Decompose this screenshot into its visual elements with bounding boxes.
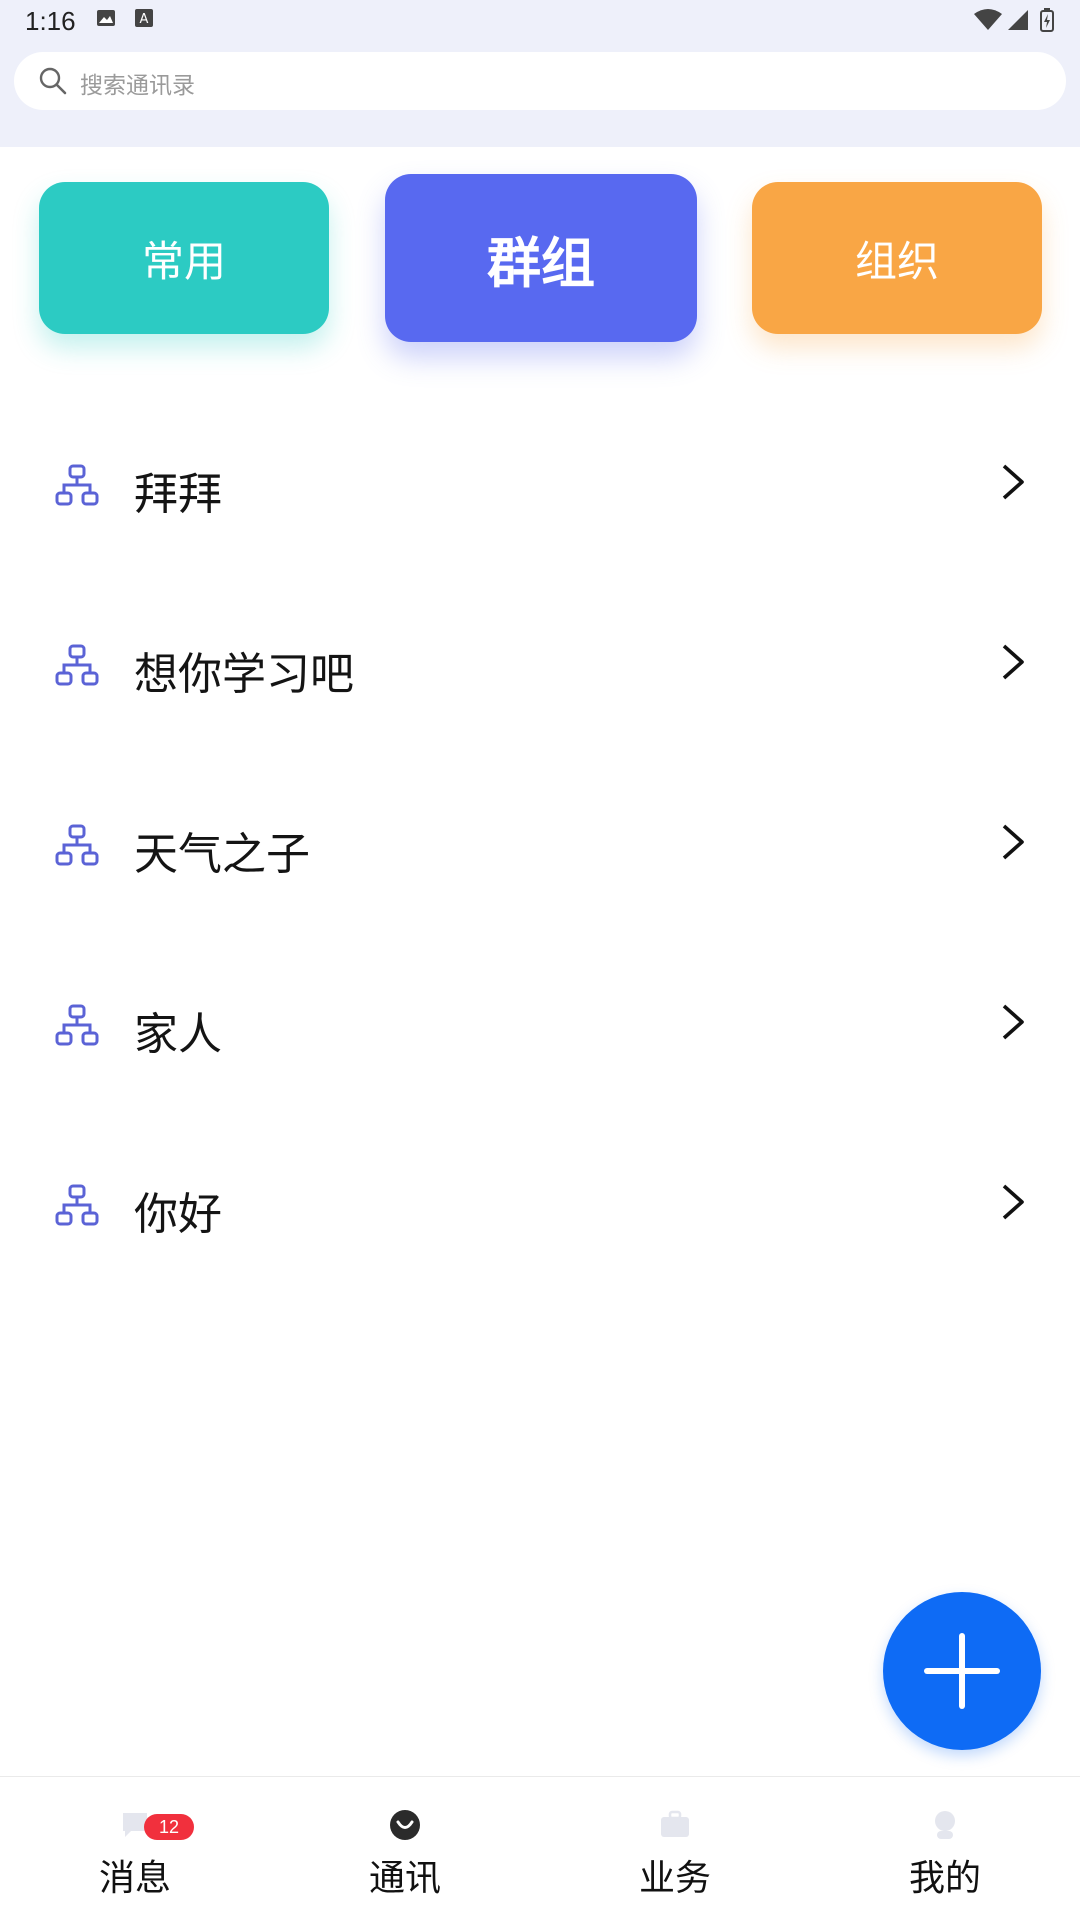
list-item[interactable]: 拜拜 [0, 400, 1080, 520]
svg-text:A: A [140, 12, 149, 27]
unread-badge: 12 [144, 1814, 194, 1840]
wifi-icon [974, 8, 1002, 36]
tab-organization[interactable]: 组织 [752, 182, 1042, 334]
chevron-right-icon [998, 642, 1028, 686]
search-input[interactable]: 搜索通讯录 [80, 66, 195, 100]
briefcase-icon [657, 1807, 693, 1847]
status-time: 1:16 [25, 6, 76, 36]
group-name: 想你学习吧 [134, 649, 354, 700]
group-name: 你好 [134, 1189, 222, 1240]
nav-label: 我的 [908, 1858, 981, 1899]
contacts-icon [387, 1807, 423, 1847]
nav-label: 消息 [98, 1858, 171, 1899]
nav-item-contacts[interactable]: 通讯 [270, 1777, 540, 1921]
group-structure-icon [55, 1004, 99, 1052]
group-structure-icon [55, 644, 99, 692]
profile-icon [927, 1807, 963, 1847]
group-structure-icon [55, 464, 99, 512]
nav-item-messages[interactable]: 12 消息 [0, 1777, 270, 1921]
list-item[interactable]: 天气之子 [0, 760, 1080, 880]
group-name: 拜拜 [134, 469, 222, 520]
nav-item-business[interactable]: 业务 [540, 1777, 810, 1921]
group-structure-icon [55, 824, 99, 872]
tab-common[interactable]: 常用 [39, 182, 329, 334]
bottom-nav: 12 消息 通讯 业务 我的 [0, 1776, 1080, 1921]
list-item[interactable]: 你好 [0, 1120, 1080, 1240]
image-icon [96, 8, 116, 32]
group-structure-icon [55, 1184, 99, 1232]
chevron-right-icon [998, 822, 1028, 866]
status-bar: 1:16 A [0, 0, 1080, 44]
group-name: 天气之子 [134, 829, 310, 880]
tab-group[interactable]: 群组 [385, 174, 697, 342]
nav-item-profile[interactable]: 我的 [810, 1777, 1080, 1921]
nav-label: 业务 [638, 1858, 711, 1899]
plus-icon [924, 1633, 1000, 1709]
chevron-right-icon [998, 462, 1028, 506]
a-notification-icon: A [134, 8, 154, 32]
group-name: 家人 [134, 1009, 222, 1060]
chevron-right-icon [998, 1002, 1028, 1046]
chevron-right-icon [998, 1182, 1028, 1226]
header-area: 1:16 A 搜索通讯录 [0, 0, 1080, 147]
add-button[interactable] [883, 1592, 1041, 1750]
search-bar[interactable]: 搜索通讯录 [14, 52, 1066, 110]
search-icon [38, 66, 68, 100]
nav-label: 通讯 [368, 1858, 441, 1899]
list-item[interactable]: 家人 [0, 940, 1080, 1060]
signal-icon [1006, 8, 1030, 36]
battery-icon [1040, 8, 1054, 36]
list-item[interactable]: 想你学习吧 [0, 580, 1080, 700]
